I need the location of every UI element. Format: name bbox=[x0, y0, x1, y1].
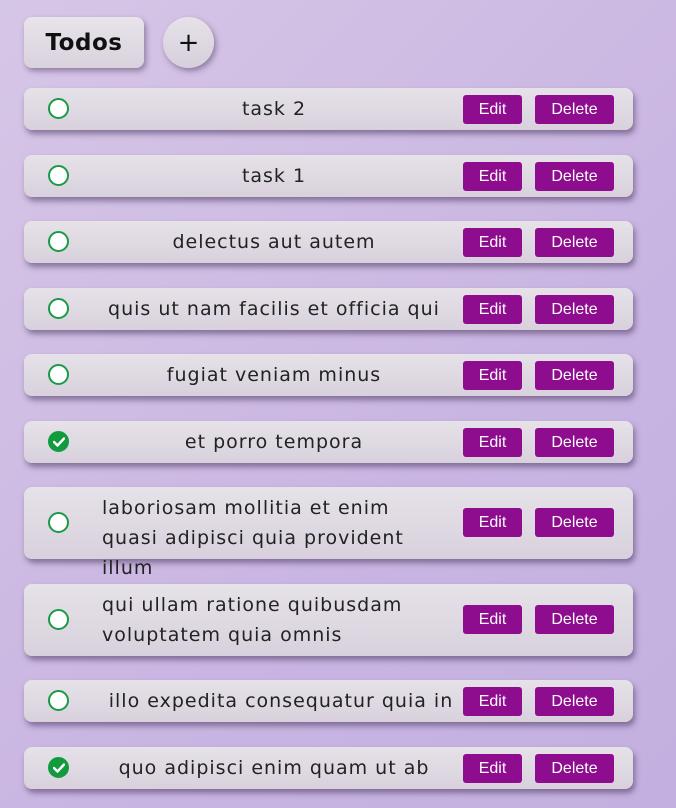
add-todo-button[interactable]: + bbox=[163, 17, 214, 68]
edit-button[interactable]: Edit bbox=[463, 228, 522, 257]
todo-item: delectus aut autem Edit Delete bbox=[24, 221, 633, 263]
edit-button[interactable]: Edit bbox=[463, 687, 522, 716]
edit-button[interactable]: Edit bbox=[463, 95, 522, 124]
todo-text: et porro tempora bbox=[184, 431, 364, 453]
edit-button[interactable]: Edit bbox=[463, 295, 522, 324]
todo-checkbox[interactable] bbox=[48, 98, 69, 119]
checkmark-icon bbox=[53, 763, 65, 773]
delete-button[interactable]: Delete bbox=[535, 162, 614, 191]
delete-button[interactable]: Delete bbox=[535, 754, 614, 783]
delete-button[interactable]: Delete bbox=[535, 605, 614, 634]
edit-button[interactable]: Edit bbox=[463, 508, 522, 537]
delete-button[interactable]: Delete bbox=[535, 228, 614, 257]
todo-text: qui ullam ratione quibusdam voluptatem q… bbox=[102, 594, 403, 646]
todo-checkbox[interactable] bbox=[48, 231, 69, 252]
todo-text: illo expedita consequatur quia in bbox=[108, 690, 454, 712]
delete-button[interactable]: Delete bbox=[535, 687, 614, 716]
todo-text: laboriosam mollitia et enim quasi adipis… bbox=[102, 497, 404, 579]
todo-item: task 2 Edit Delete bbox=[24, 88, 633, 130]
checkmark-icon bbox=[53, 437, 65, 447]
todo-item: qui ullam ratione quibusdam voluptatem q… bbox=[24, 584, 633, 656]
todo-checkbox[interactable] bbox=[48, 512, 69, 533]
todo-checkbox-checked[interactable] bbox=[48, 757, 69, 778]
todo-checkbox[interactable] bbox=[48, 298, 69, 319]
delete-button[interactable]: Delete bbox=[535, 95, 614, 124]
todo-item: et porro tempora Edit Delete bbox=[24, 421, 633, 463]
todo-checkbox[interactable] bbox=[48, 165, 69, 186]
edit-button[interactable]: Edit bbox=[463, 428, 522, 457]
todo-text: delectus aut autem bbox=[172, 231, 376, 253]
edit-button[interactable]: Edit bbox=[463, 162, 522, 191]
todo-item: quo adipisci enim quam ut ab Edit Delete bbox=[24, 747, 633, 789]
edit-button[interactable]: Edit bbox=[463, 361, 522, 390]
todo-text: fugiat veniam minus bbox=[166, 364, 382, 386]
todo-item: laboriosam mollitia et enim quasi adipis… bbox=[24, 487, 633, 579]
edit-button[interactable]: Edit bbox=[463, 754, 522, 783]
todo-checkbox[interactable] bbox=[48, 609, 69, 630]
todo-item: task 1 Edit Delete bbox=[24, 155, 633, 197]
edit-button[interactable]: Edit bbox=[463, 605, 522, 634]
delete-button[interactable]: Delete bbox=[535, 361, 614, 390]
page-title: Todos bbox=[24, 17, 144, 68]
delete-button[interactable]: Delete bbox=[535, 428, 614, 457]
todo-text: quo adipisci enim quam ut ab bbox=[118, 757, 430, 779]
todo-text: task 2 bbox=[241, 98, 307, 120]
todo-checkbox[interactable] bbox=[48, 690, 69, 711]
todo-item: quis ut nam facilis et officia qui Edit … bbox=[24, 288, 633, 330]
delete-button[interactable]: Delete bbox=[535, 295, 614, 324]
todo-checkbox-checked[interactable] bbox=[48, 431, 69, 452]
todo-item: illo expedita consequatur quia in Edit D… bbox=[24, 680, 633, 722]
todo-checkbox[interactable] bbox=[48, 364, 69, 385]
delete-button[interactable]: Delete bbox=[535, 508, 614, 537]
todo-text: task 1 bbox=[241, 165, 307, 187]
todo-text: quis ut nam facilis et officia qui bbox=[108, 298, 440, 320]
todo-item: fugiat veniam minus Edit Delete bbox=[24, 354, 633, 396]
